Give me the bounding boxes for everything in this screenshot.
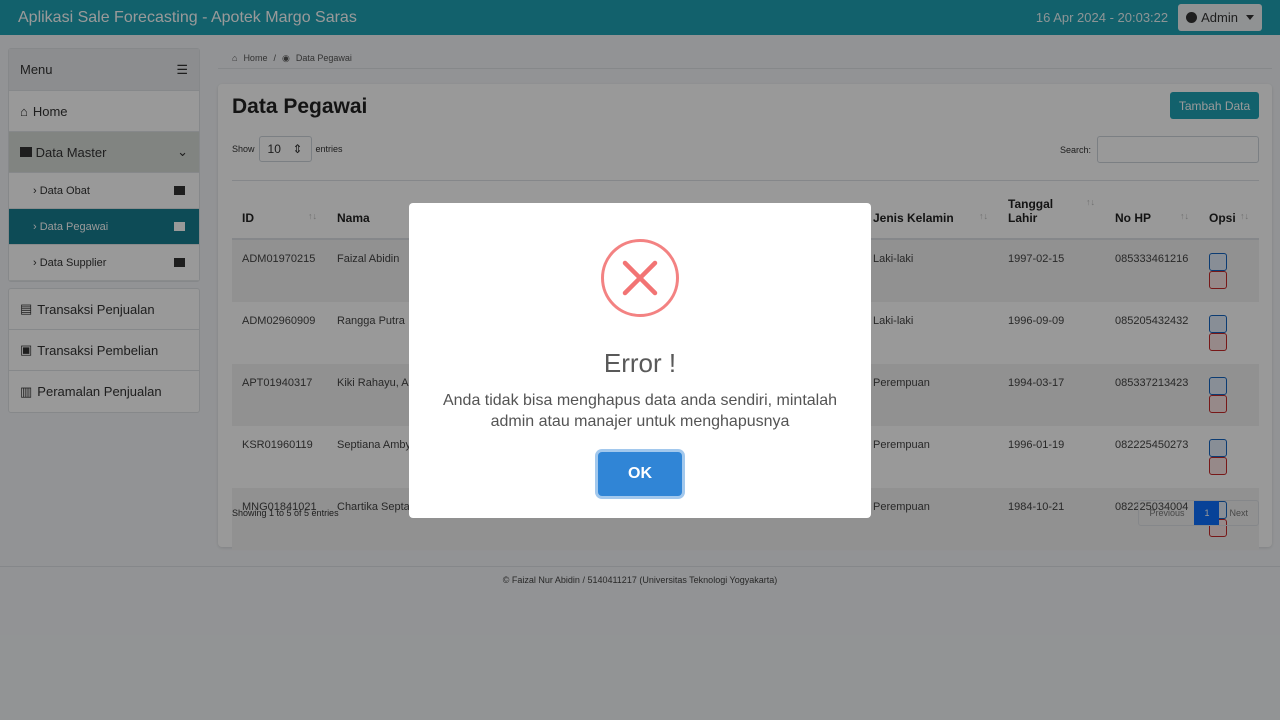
error-x-icon [601,239,679,317]
error-dialog: Error ! Anda tidak bisa menghapus data a… [409,203,871,518]
dialog-message: Anda tidak bisa menghapus data anda send… [442,392,838,430]
dialog-title: Error ! [603,348,677,378]
ok-button[interactable]: OK [598,452,682,496]
